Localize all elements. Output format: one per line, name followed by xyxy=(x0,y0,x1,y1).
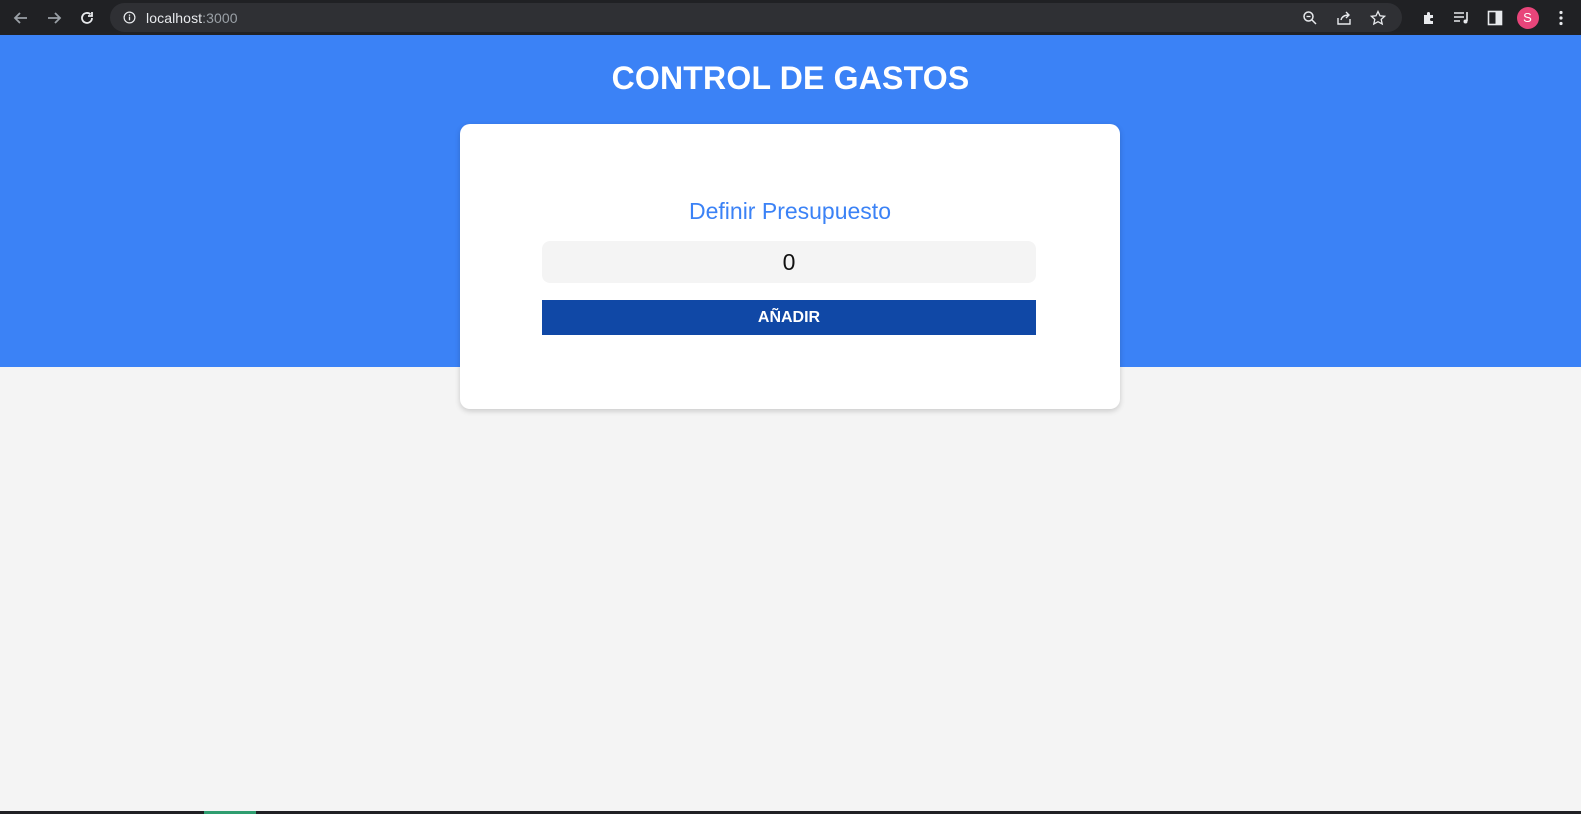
media-queue-icon[interactable] xyxy=(1445,1,1478,34)
browser-toolbar: localhost:3000 S xyxy=(0,0,1581,35)
arrow-right-icon xyxy=(48,11,62,24)
budget-card: Definir Presupuesto AÑADIR xyxy=(460,124,1120,409)
kebab-menu-icon[interactable] xyxy=(1544,1,1577,34)
add-button[interactable]: AÑADIR xyxy=(542,300,1036,335)
budget-input[interactable] xyxy=(542,241,1036,283)
reload-icon xyxy=(81,11,93,24)
reload-button[interactable] xyxy=(75,6,99,30)
zoom-icon[interactable] xyxy=(1300,8,1320,28)
url-host: localhost xyxy=(146,9,203,26)
info-icon[interactable] xyxy=(122,11,136,25)
profile-button[interactable]: S xyxy=(1511,1,1544,34)
arrow-left-icon xyxy=(13,11,27,24)
share-icon[interactable] xyxy=(1334,8,1354,28)
back-button[interactable] xyxy=(9,6,33,30)
forward-button[interactable] xyxy=(42,6,66,30)
url-port: :3000 xyxy=(202,9,238,26)
page-title: CONTROL DE GASTOS xyxy=(611,60,970,96)
side-panel-icon[interactable] xyxy=(1478,1,1511,34)
puzzle-icon[interactable] xyxy=(1412,1,1445,34)
address-bar[interactable]: localhost:3000 xyxy=(110,3,1402,32)
star-icon[interactable] xyxy=(1368,8,1388,28)
avatar: S xyxy=(1516,6,1539,29)
budget-label: Definir Presupuesto xyxy=(689,198,891,224)
url-text: localhost:3000 xyxy=(146,10,238,26)
